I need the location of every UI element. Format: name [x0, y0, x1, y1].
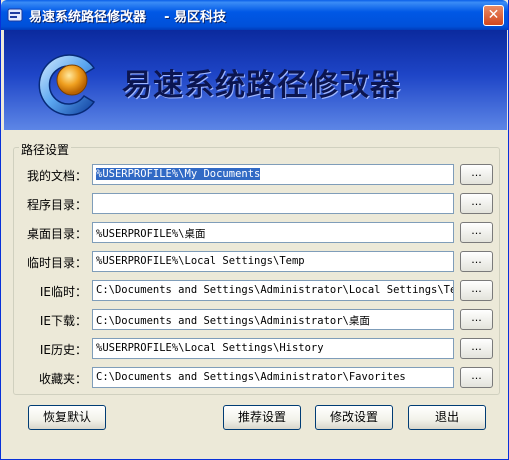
- ie-history-value: %USERPROFILE%\Local Settings\History: [96, 342, 324, 354]
- label-favorites: 收藏夹：: [38, 372, 87, 386]
- desktop-dir-value: %USERPROFILE%\桌面: [96, 228, 206, 240]
- browse-ie-temp-button[interactable]: ...: [460, 280, 493, 301]
- favorites-field[interactable]: C:\Documents and Settings\Administrator\…: [92, 367, 454, 388]
- browse-temp-dir-button[interactable]: ...: [460, 251, 493, 272]
- banner-title: 易速系统路径修改器: [122, 68, 401, 103]
- browse-favorites-button[interactable]: ...: [460, 367, 493, 388]
- main-window: 易速系统路径修改器 - 易区科技 ✕ 易速系统路径修改器 路径设置 我的文档： …: [0, 0, 509, 460]
- favorites-value: C:\Documents and Settings\Administrator\…: [96, 371, 406, 383]
- browse-desktop-dir-button[interactable]: ...: [460, 222, 493, 243]
- ie-download-field[interactable]: C:\Documents and Settings\Administrator\…: [92, 309, 454, 330]
- label-ie-temp: IE临时：: [39, 285, 87, 299]
- title-bar[interactable]: 易速系统路径修改器 - 易区科技 ✕: [1, 0, 508, 30]
- browse-ie-download-button[interactable]: ...: [460, 309, 493, 330]
- restore-defaults-button[interactable]: 恢复默认: [28, 405, 106, 430]
- desktop-dir-field[interactable]: %USERPROFILE%\桌面: [92, 222, 454, 243]
- header-banner: 易速系统路径修改器: [4, 30, 507, 130]
- label-program-dir: 程序目录：: [26, 198, 87, 212]
- modify-settings-button[interactable]: 修改设置: [315, 405, 393, 430]
- close-button[interactable]: ✕: [483, 5, 504, 26]
- app-logo-icon: [38, 54, 96, 116]
- ie-history-field[interactable]: %USERPROFILE%\Local Settings\History: [92, 338, 454, 359]
- browse-ie-history-button[interactable]: ...: [460, 338, 493, 359]
- window-title: 易速系统路径修改器 - 易区科技: [29, 10, 227, 25]
- temp-dir-value: %USERPROFILE%\Local Settings\Temp: [96, 255, 305, 267]
- exit-button[interactable]: 退出: [408, 405, 486, 430]
- my-documents-value: %USERPROFILE%\My Documents: [96, 168, 261, 180]
- temp-dir-field[interactable]: %USERPROFILE%\Local Settings\Temp: [92, 251, 454, 272]
- group-label: 路径设置: [19, 141, 72, 158]
- label-temp-dir: 临时目录：: [26, 256, 87, 270]
- app-icon: [7, 8, 23, 22]
- recommend-settings-button[interactable]: 推荐设置: [223, 405, 301, 430]
- browse-my-documents-button[interactable]: ...: [460, 164, 493, 185]
- ie-temp-field[interactable]: C:\Documents and Settings\Administrator\…: [92, 280, 454, 301]
- label-desktop-dir: 桌面目录：: [26, 227, 87, 241]
- label-ie-download: IE下载：: [39, 314, 87, 328]
- ie-temp-value: C:\Documents and Settings\Administrator\…: [96, 284, 454, 296]
- close-icon: ✕: [487, 7, 500, 23]
- label-my-documents: 我的文档：: [26, 169, 87, 183]
- browse-program-dir-button[interactable]: ...: [460, 193, 493, 214]
- ie-download-value: C:\Documents and Settings\Administrator\…: [96, 315, 370, 327]
- label-ie-history: IE历史：: [39, 343, 87, 357]
- my-documents-field[interactable]: %USERPROFILE%\My Documents: [92, 164, 454, 185]
- program-dir-field[interactable]: [92, 193, 454, 214]
